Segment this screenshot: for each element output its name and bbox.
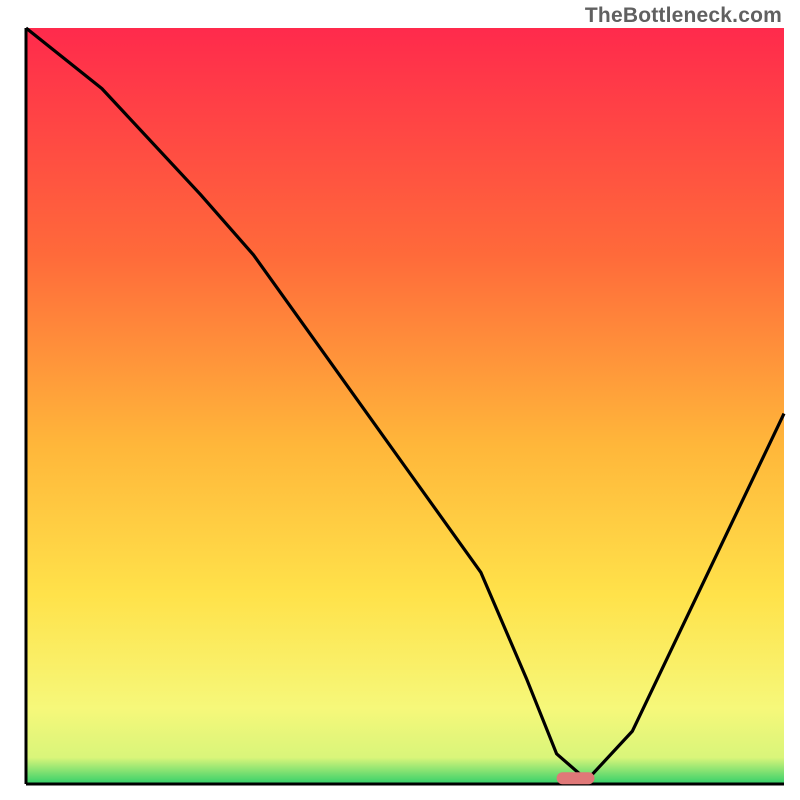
optimal-marker	[557, 772, 595, 784]
gradient-background	[26, 28, 784, 784]
chart-container: TheBottleneck.com	[0, 0, 800, 800]
bottleneck-chart	[0, 0, 800, 800]
watermark-label: TheBottleneck.com	[585, 4, 782, 28]
